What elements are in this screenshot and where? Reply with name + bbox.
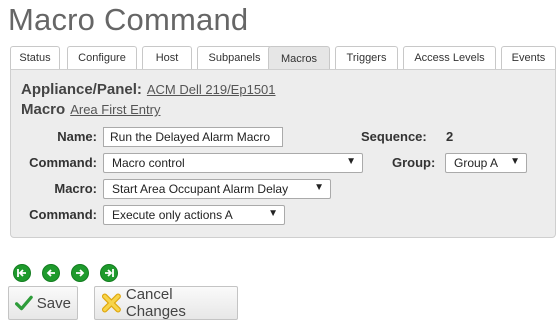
cancel-button-label: Cancel Changes	[125, 286, 186, 320]
group-select-value: Group A	[454, 156, 499, 170]
macro-field-label: Macro:	[54, 181, 97, 196]
appliance-header: Appliance/Panel: ACM Dell 219/Ep1501	[21, 81, 276, 98]
tab-events[interactable]: Events	[501, 46, 556, 69]
name-label: Name:	[57, 129, 97, 144]
appliance-link[interactable]: ACM Dell 219/Ep1501	[147, 82, 276, 97]
previous-record-icon[interactable]	[42, 264, 60, 282]
cancel-x-icon	[101, 293, 121, 313]
group-select[interactable]: Group A ▼	[445, 153, 527, 173]
macro-link[interactable]: Area First Entry	[70, 102, 160, 117]
dropdown-arrow-icon: ▼	[346, 156, 356, 167]
macro-select[interactable]: Start Area Occupant Alarm Delay ▼	[103, 179, 331, 199]
checkmark-icon	[15, 295, 33, 311]
tab-triggers[interactable]: Triggers	[335, 46, 398, 69]
page-title: Macro Command	[8, 2, 249, 37]
macro-command-panel: Appliance/Panel: ACM Dell 219/Ep1501 Macr…	[10, 69, 556, 238]
sequence-value: 2	[446, 129, 454, 144]
macro-header-label: Macro	[21, 101, 66, 118]
last-record-icon[interactable]	[100, 264, 118, 282]
tab-configure[interactable]: Configure	[67, 46, 137, 69]
tab-host[interactable]: Host	[142, 46, 192, 69]
command2-select[interactable]: Execute only actions A ▼	[103, 205, 285, 225]
macro-select-value: Start Area Occupant Alarm Delay	[112, 182, 289, 196]
command2-select-value: Execute only actions A	[112, 208, 233, 222]
next-record-icon[interactable]	[71, 264, 89, 282]
tab-macros[interactable]: Macros	[268, 46, 330, 71]
tab-subpanels[interactable]: Subpanels	[197, 46, 272, 69]
name-field[interactable]: Run the Delayed Alarm Macro	[103, 127, 283, 147]
command-label: Command:	[29, 155, 97, 170]
tab-access-levels[interactable]: Access Levels	[403, 46, 496, 69]
macro-header: Macro Area First Entry	[21, 101, 160, 118]
tab-status[interactable]: Status	[10, 46, 60, 69]
group-label: Group:	[392, 155, 436, 170]
dropdown-arrow-icon: ▼	[510, 156, 520, 167]
cancel-changes-button[interactable]: Cancel Changes	[94, 286, 238, 320]
command-select-value: Macro control	[112, 156, 185, 170]
command2-label: Command:	[29, 207, 97, 222]
dropdown-arrow-icon: ▼	[268, 208, 278, 219]
save-button[interactable]: Save	[8, 286, 78, 320]
command-select[interactable]: Macro control ▼	[103, 153, 363, 173]
first-record-icon[interactable]	[13, 264, 31, 282]
save-button-label: Save	[36, 294, 71, 312]
dropdown-arrow-icon: ▼	[314, 182, 324, 193]
sequence-label: Sequence:	[361, 129, 427, 144]
appliance-label: Appliance/Panel:	[21, 81, 142, 98]
